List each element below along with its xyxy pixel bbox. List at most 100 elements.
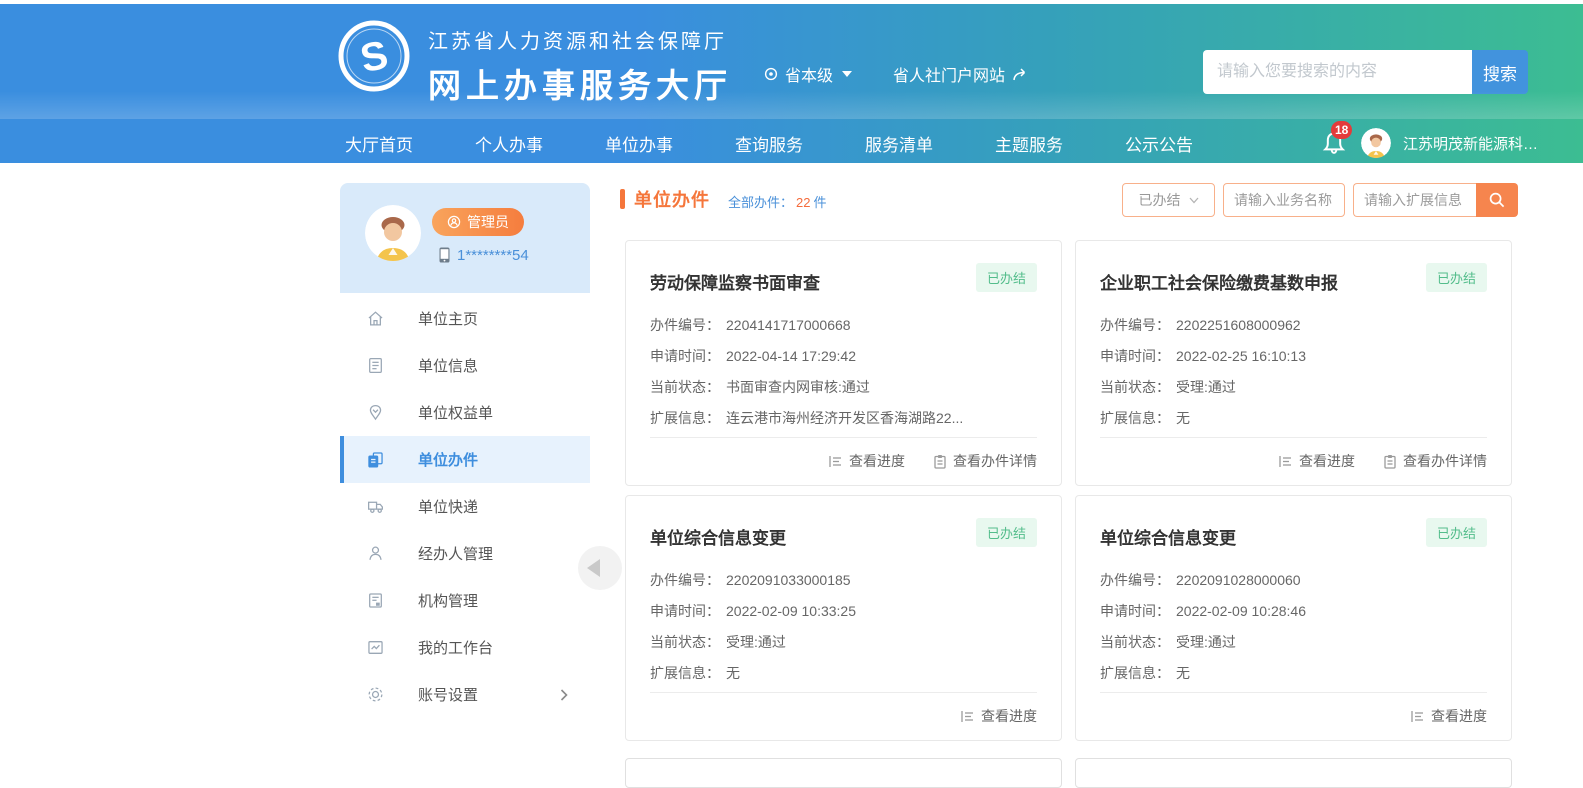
current-status: 受理:通过 — [1176, 634, 1236, 650]
case-field: 办件编号：2202091033000185 — [650, 573, 1037, 587]
notification-count-badge: 18 — [1331, 121, 1352, 139]
sidebar-item-org-mgmt[interactable]: 机构管理 — [340, 577, 590, 624]
case-number: 2202091033000185 — [726, 572, 851, 588]
magnifier-icon — [1488, 191, 1506, 209]
sidebar-item-agent-mgmt[interactable]: 经办人管理 — [340, 530, 590, 577]
sidebar-item-unit-rights[interactable]: 单位权益单 — [340, 389, 590, 436]
home-icon — [366, 309, 385, 328]
filter-search-button[interactable] — [1476, 183, 1518, 217]
view-progress-link[interactable]: 查看进度 — [1278, 451, 1355, 471]
status-filter-dropdown[interactable]: 已办结 — [1122, 183, 1215, 217]
chevron-down-icon — [842, 71, 852, 77]
progress-icon — [1278, 454, 1293, 469]
header-banner: S 江苏省人力资源和社会保障厅 网上办事服务大厅 省本级 省人社门户网站 搜索 … — [0, 4, 1583, 163]
masked-phone-value: 1********54 — [457, 247, 529, 264]
current-status: 受理:通过 — [1176, 379, 1236, 395]
role-badge: 管理员 — [432, 208, 524, 236]
files-icon — [366, 450, 385, 469]
case-filters: 已办结 — [1122, 183, 1518, 217]
sidebar-item-label: 单位办件 — [418, 449, 478, 470]
case-field: 办件编号：2202251608000962 — [1100, 318, 1487, 332]
search-input[interactable] — [1203, 50, 1472, 94]
case-field: 申请时间：2022-02-09 10:33:25 — [650, 604, 1037, 618]
external-link-icon — [1012, 67, 1029, 82]
sidebar-item-unit-info[interactable]: 单位信息 — [340, 342, 590, 389]
view-detail-link[interactable]: 查看办件详情 — [1383, 451, 1487, 471]
case-card-grid: 劳动保障监察书面审查 已办结 办件编号：2204141717000668 申请时… — [625, 240, 1514, 741]
username[interactable]: 江苏明茂新能源科… — [1403, 133, 1538, 154]
progress-icon — [828, 454, 843, 469]
phone-icon — [438, 246, 451, 264]
sidebar-item-label: 机构管理 — [418, 590, 478, 611]
clipboard-icon — [1383, 454, 1397, 469]
case-card: 劳动保障监察书面审查 已办结 办件编号：2204141717000668 申请时… — [625, 240, 1062, 486]
sidebar-item-unit-home[interactable]: 单位主页 — [340, 295, 590, 342]
case-number: 2202091028000060 — [1176, 572, 1301, 588]
case-field: 当前状态：受理:通过 — [1100, 635, 1487, 649]
nav-item-theme[interactable]: 主题服务 — [995, 131, 1063, 156]
case-field: 当前状态：受理:通过 — [1100, 380, 1487, 394]
status-badge: 已办结 — [976, 518, 1037, 547]
extended-info: 连云港市海州经济开发区香海湖路22... — [726, 410, 963, 426]
case-number: 2202251608000962 — [1176, 317, 1301, 333]
chart-icon — [366, 638, 385, 657]
nav-item-query[interactable]: 查询服务 — [735, 131, 803, 156]
region-label: 省本级 — [785, 62, 833, 86]
sidebar-item-unit-express[interactable]: 单位快递 — [340, 483, 590, 530]
person-icon — [366, 544, 385, 563]
sidebar-item-unit-cases[interactable]: 单位办件 — [340, 436, 590, 483]
nav-item-home[interactable]: 大厅首页 — [345, 131, 413, 156]
nav-item-service-list[interactable]: 服务清单 — [865, 131, 933, 156]
sidebar-profile: 管理员 1********54 — [340, 183, 590, 293]
view-progress-link[interactable]: 查看进度 — [1410, 706, 1487, 726]
case-field: 办件编号：2202091028000060 — [1100, 573, 1487, 587]
sidebar-item-label: 单位主页 — [418, 308, 478, 329]
total-count: 22 — [796, 195, 810, 210]
chevron-right-icon — [560, 689, 568, 701]
svg-text:S: S — [357, 33, 392, 82]
sidebar-item-workbench[interactable]: 我的工作台 — [340, 624, 590, 671]
location-pin-icon — [763, 66, 779, 82]
status-badge: 已办结 — [976, 263, 1037, 292]
role-icon — [447, 215, 461, 229]
nav-item-personal[interactable]: 个人办事 — [475, 131, 543, 156]
total-count-text: 全部办件：22件 — [728, 188, 827, 211]
card-partial — [625, 758, 1062, 788]
sidebar-collapse-button[interactable] — [578, 546, 622, 590]
sidebar-item-label: 我的工作台 — [418, 637, 493, 658]
progress-icon — [960, 709, 975, 724]
total-unit: 件 — [813, 195, 826, 210]
sidebar-item-label: 账号设置 — [418, 684, 478, 705]
business-name-input[interactable] — [1223, 183, 1345, 217]
view-progress-link[interactable]: 查看进度 — [828, 451, 905, 471]
org-name: 江苏省人力资源和社会保障厅 — [428, 25, 732, 54]
chevron-down-icon — [1189, 197, 1199, 204]
notification-bell-button[interactable]: 18 — [1319, 128, 1349, 158]
current-status: 书面审查内网审核:通过 — [726, 379, 870, 395]
clipboard-icon — [933, 454, 947, 469]
document-icon — [366, 356, 385, 375]
progress-icon — [1410, 709, 1425, 724]
apply-time: 2022-02-09 10:28:46 — [1176, 603, 1306, 619]
apply-time: 2022-04-14 17:29:42 — [726, 348, 856, 364]
case-field: 扩展信息：无 — [1100, 411, 1487, 425]
search-button[interactable]: 搜索 — [1472, 50, 1528, 94]
nav-item-unit[interactable]: 单位办事 — [605, 131, 673, 156]
apply-time: 2022-02-09 10:33:25 — [726, 603, 856, 619]
truck-icon — [366, 497, 385, 516]
view-detail-link[interactable]: 查看办件详情 — [933, 451, 1037, 471]
sidebar-item-label: 单位权益单 — [418, 402, 493, 423]
nav-item-notice[interactable]: 公示公告 — [1125, 131, 1193, 156]
view-progress-link[interactable]: 查看进度 — [960, 706, 1037, 726]
avatar[interactable] — [1361, 128, 1391, 158]
section-title: 单位办件 — [634, 186, 710, 212]
case-field: 办件编号：2204141717000668 — [650, 318, 1037, 332]
sidebar-item-label: 单位快递 — [418, 496, 478, 517]
main-nav: 大厅首页 个人办事 单位办事 查询服务 服务清单 主题服务 公示公告 18 — [0, 119, 1583, 167]
document-settings-icon — [366, 591, 385, 610]
status-badge: 已办结 — [1426, 263, 1487, 292]
extended-info-input[interactable] — [1353, 183, 1476, 217]
sidebar-item-account-settings[interactable]: 账号设置 — [340, 671, 590, 718]
region-selector[interactable]: 省本级 — [763, 62, 852, 86]
portal-link[interactable]: 省人社门户网站 — [893, 62, 1029, 86]
